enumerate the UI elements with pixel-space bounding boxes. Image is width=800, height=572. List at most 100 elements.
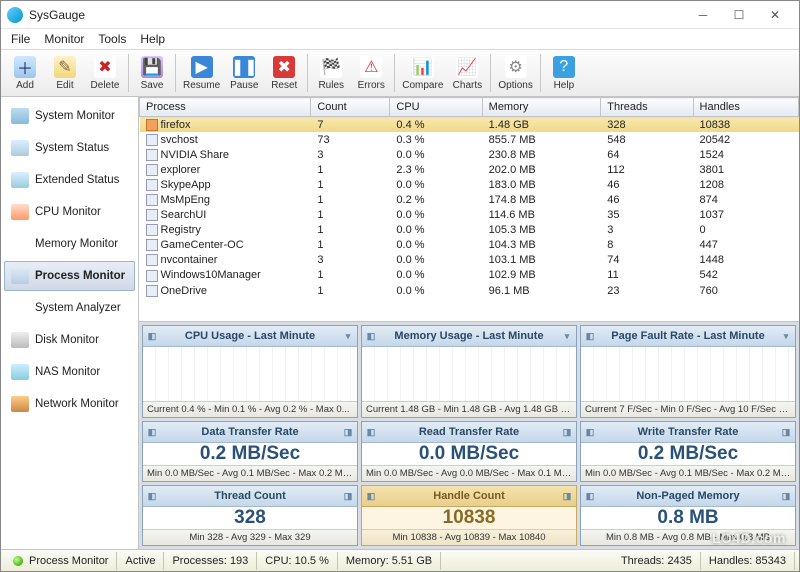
- cell: 0.0 %: [390, 268, 482, 283]
- sidebar-item-system-status[interactable]: System Status: [4, 133, 135, 163]
- help-button[interactable]: ?Help: [544, 51, 584, 95]
- add-button[interactable]: ＋Add: [5, 51, 45, 95]
- table-row[interactable]: GameCenter-OC10.0 %104.3 MB8447: [140, 238, 799, 253]
- cell: 20542: [693, 132, 798, 147]
- panel-menu-icon[interactable]: ◧: [583, 425, 597, 439]
- toolbar-separator: [307, 54, 308, 92]
- cell: 1.48 GB: [482, 117, 601, 133]
- sidebar-item-process-monitor[interactable]: Process Monitor: [4, 261, 135, 291]
- panel-footer: Min 0.0 MB/Sec - Avg 0.1 MB/Sec - Max 0.…: [143, 465, 357, 481]
- panel-menu-icon[interactable]: ◧: [583, 329, 597, 343]
- cell: 64: [601, 147, 693, 162]
- col-memory[interactable]: Memory: [482, 98, 601, 117]
- panel-menu-icon[interactable]: ◧: [364, 425, 378, 439]
- sidebar-item-system-monitor[interactable]: System Monitor: [4, 101, 135, 131]
- help-icon: ?: [553, 56, 575, 78]
- table-row[interactable]: firefox70.4 %1.48 GB32810838: [140, 117, 799, 133]
- menu-tools[interactable]: Tools: [92, 30, 132, 48]
- sidebar-item-network-monitor[interactable]: Network Monitor: [4, 389, 135, 419]
- cell: 74: [601, 253, 693, 268]
- edit-button[interactable]: ✎Edit: [45, 51, 85, 95]
- panel-action-icon[interactable]: ◨: [560, 425, 574, 439]
- panel-action-icon[interactable]: ◨: [779, 489, 793, 503]
- table-row[interactable]: MsMpEng10.2 %174.8 MB46874: [140, 192, 799, 207]
- sidebar-item-system-analyzer[interactable]: System Analyzer: [4, 293, 135, 323]
- chevron-down-icon[interactable]: ▾: [560, 329, 574, 343]
- panel-action-icon[interactable]: ◨: [341, 489, 355, 503]
- panel-menu-icon[interactable]: ◧: [145, 489, 159, 503]
- table-row[interactable]: SearchUI10.0 %114.6 MB351037: [140, 208, 799, 223]
- minimize-button[interactable]: ─: [685, 4, 721, 26]
- sidebar-icon: [11, 204, 29, 220]
- sidebar-label: NAS Monitor: [35, 366, 100, 378]
- panel-action-icon[interactable]: ◨: [779, 425, 793, 439]
- panel-menu-icon[interactable]: ◧: [364, 329, 378, 343]
- cell: SkypeApp: [140, 177, 311, 192]
- process-icon: [146, 149, 158, 161]
- toolbar-label: Reset: [271, 80, 297, 91]
- table-row[interactable]: OneDrive10.0 %96.1 MB23760: [140, 283, 799, 298]
- maximize-button[interactable]: ☐: [721, 4, 757, 26]
- sidebar-item-disk-monitor[interactable]: Disk Monitor: [4, 325, 135, 355]
- table-row[interactable]: explorer12.3 %202.0 MB1123801: [140, 162, 799, 177]
- table-row[interactable]: SkypeApp10.0 %183.0 MB461208: [140, 177, 799, 192]
- panel-non-paged-memory[interactable]: ◧Non-Paged Memory◨0.8 MBMin 0.8 MB - Avg…: [580, 485, 796, 546]
- toolbar-label: Add: [16, 80, 34, 91]
- menu-file[interactable]: File: [5, 30, 36, 48]
- table-row[interactable]: svchost730.3 %855.7 MB54820542: [140, 132, 799, 147]
- sidebar-item-nas-monitor[interactable]: NAS Monitor: [4, 357, 135, 387]
- cell: 0.0 %: [390, 253, 482, 268]
- cell: GameCenter-OC: [140, 238, 311, 253]
- panel-handle-count[interactable]: ◧Handle Count◨10838Min 10838 - Avg 10839…: [361, 485, 577, 546]
- cell: 0.0 %: [390, 147, 482, 162]
- panel-menu-icon[interactable]: ◧: [364, 489, 378, 503]
- menu-monitor[interactable]: Monitor: [38, 30, 90, 48]
- close-button[interactable]: ✕: [757, 4, 793, 26]
- save-button[interactable]: 💾Save: [132, 51, 172, 95]
- sidebar-label: System Monitor: [35, 110, 115, 122]
- table-row[interactable]: NVIDIA Share30.0 %230.8 MB641524: [140, 147, 799, 162]
- panel-action-icon[interactable]: ◨: [560, 489, 574, 503]
- status-memory: Memory: 5.51 GB: [338, 552, 441, 570]
- col-process[interactable]: Process: [140, 98, 311, 117]
- del-button[interactable]: ✖Delete: [85, 51, 125, 95]
- panel-value: 0.0 MB/Sec: [362, 443, 576, 465]
- resume-button[interactable]: ▶Resume: [179, 51, 224, 95]
- col-handles[interactable]: Handles: [693, 98, 798, 117]
- cell: 10838: [693, 117, 798, 133]
- sidebar-item-extended-status[interactable]: Extended Status: [4, 165, 135, 195]
- table-row[interactable]: Windows10Manager10.0 %102.9 MB11542: [140, 268, 799, 283]
- col-threads[interactable]: Threads: [601, 98, 693, 117]
- col-cpu[interactable]: CPU: [390, 98, 482, 117]
- panel-page-fault-rate-last-minute[interactable]: ◧Page Fault Rate - Last Minute▾Current 7…: [580, 325, 796, 418]
- sidebar-item-cpu-monitor[interactable]: CPU Monitor: [4, 197, 135, 227]
- menu-help[interactable]: Help: [134, 30, 171, 48]
- cell: 328: [601, 117, 693, 133]
- panel-data-transfer-rate[interactable]: ◧Data Transfer Rate◨0.2 MB/SecMin 0.0 MB…: [142, 421, 358, 482]
- compare-button[interactable]: 📊Compare: [398, 51, 447, 95]
- options-button[interactable]: ⚙Options: [494, 51, 536, 95]
- pause-button[interactable]: ❚❚Pause: [224, 51, 264, 95]
- table-row[interactable]: nvcontainer30.0 %103.1 MB741448: [140, 253, 799, 268]
- panel-action-icon[interactable]: ◨: [341, 425, 355, 439]
- panel-write-transfer-rate[interactable]: ◧Write Transfer Rate◨0.2 MB/SecMin 0.0 M…: [580, 421, 796, 482]
- cell: 3: [311, 253, 390, 268]
- table-row[interactable]: Registry10.0 %105.3 MB30: [140, 223, 799, 238]
- sidebar-item-memory-monitor[interactable]: Memory Monitor: [4, 229, 135, 259]
- panel-read-transfer-rate[interactable]: ◧Read Transfer Rate◨0.0 MB/SecMin 0.0 MB…: [361, 421, 577, 482]
- errors-button[interactable]: ⚠Errors: [351, 51, 391, 95]
- sidebar-label: Extended Status: [35, 174, 119, 186]
- col-count[interactable]: Count: [311, 98, 390, 117]
- panel-cpu-usage-last-minute[interactable]: ◧CPU Usage - Last Minute▾Current 0.4 % -…: [142, 325, 358, 418]
- reset-button[interactable]: ✖Reset: [264, 51, 304, 95]
- chevron-down-icon[interactable]: ▾: [341, 329, 355, 343]
- charts-button[interactable]: 📈Charts: [447, 51, 487, 95]
- chevron-down-icon[interactable]: ▾: [779, 329, 793, 343]
- panel-menu-icon[interactable]: ◧: [583, 489, 597, 503]
- toolbar-label: Rules: [318, 80, 344, 91]
- panel-menu-icon[interactable]: ◧: [145, 425, 159, 439]
- rules-button[interactable]: 🏁Rules: [311, 51, 351, 95]
- panel-memory-usage-last-minute[interactable]: ◧Memory Usage - Last Minute▾Current 1.48…: [361, 325, 577, 418]
- panel-menu-icon[interactable]: ◧: [145, 329, 159, 343]
- panel-thread-count[interactable]: ◧Thread Count◨328Min 328 - Avg 329 - Max…: [142, 485, 358, 546]
